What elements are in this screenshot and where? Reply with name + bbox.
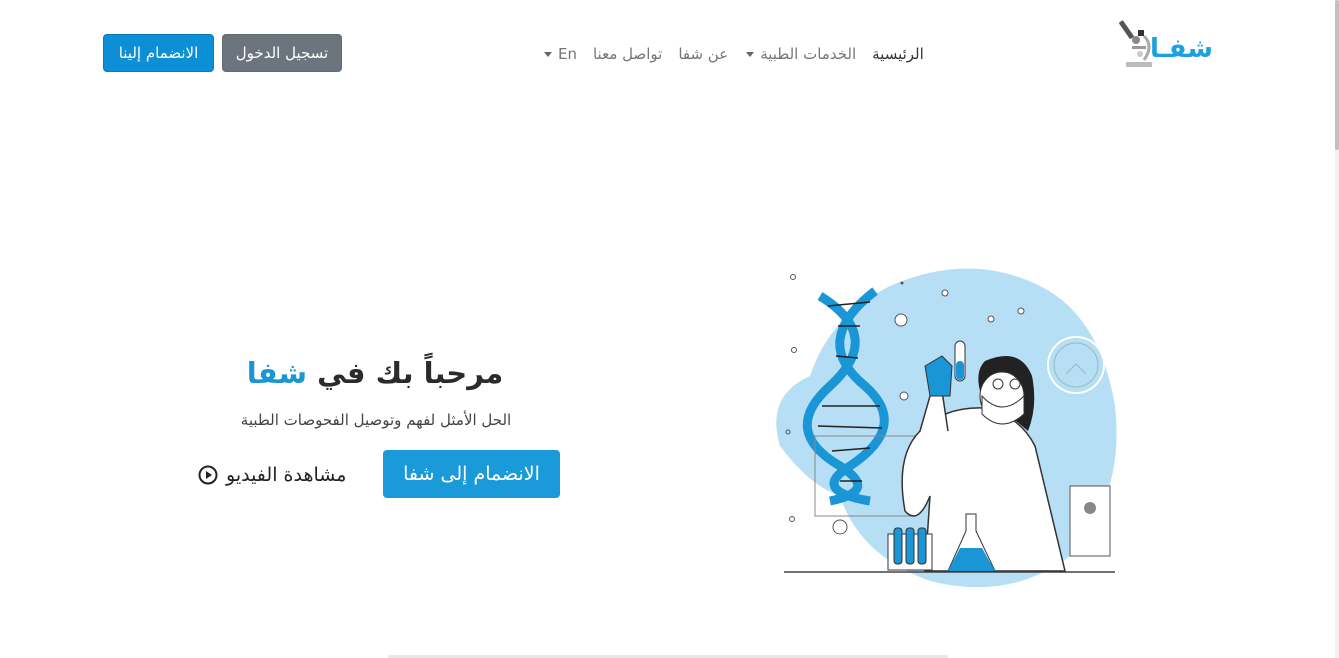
hero-title: مرحباً بك في شفا [240,356,510,390]
watch-video-label: مشاهدة الفيديو [226,464,347,486]
nav-item-about[interactable]: عن شفا [678,45,728,63]
nav-item-medical-services-label: الخدمات الطبية [760,45,857,63]
language-label: En [558,45,577,63]
hero-title-brand: شفا [246,356,308,390]
nav-item-home-label: الرئيسية [872,45,924,63]
chevron-down-icon [746,51,755,57]
navbar: الانضمام إلينا تسجيل الدخول الرئيسية الخ… [0,0,1335,106]
scientist-dna-illustration [776,268,1117,588]
join-shifa-button[interactable]: الانضمام إلى شفا [383,450,560,498]
login-button[interactable]: تسجيل الدخول [222,34,342,72]
hero-title-prefix: مرحباً بك في [307,356,504,390]
nav-item-medical-services[interactable]: الخدمات الطبية [744,45,856,63]
nav-item-contact[interactable]: تواصل معنا [593,45,662,63]
logo-text: شفـا [1150,34,1213,64]
scrollbar-thumb[interactable] [1335,0,1339,150]
nav-item-about-label: عن شفا [678,45,729,63]
watch-video-link[interactable]: مشاهدة الفيديو [198,462,346,488]
language-dropdown[interactable]: En [542,45,577,63]
hero-subtitle: الحل الأمثل لفهم وتوصيل الفحوصات الطبية [240,411,512,429]
nav-item-contact-label: تواصل معنا [592,45,663,63]
main-nav: الرئيسية الخدمات الطبية عن شفا تواصل معن… [526,42,924,66]
nav-item-home[interactable]: الرئيسية [872,45,924,63]
chevron-down-icon [544,51,552,57]
page-scrollbar[interactable] [1335,0,1339,658]
join-us-button[interactable]: الانضمام إلينا [103,34,214,72]
play-circle-icon [198,465,218,485]
